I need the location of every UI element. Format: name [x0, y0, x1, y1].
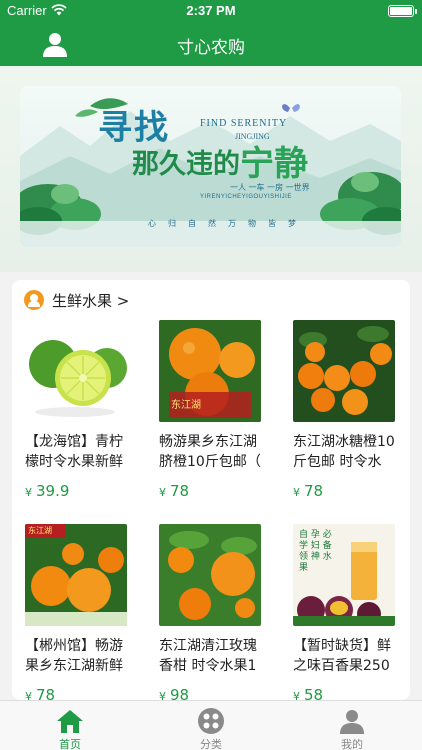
- banner-footer-word: 皆: [268, 219, 276, 228]
- tab-bar: 首页 分类 我的: [0, 700, 422, 750]
- product-name: 东江湖冰糖橙10斤包邮 时令水: [293, 434, 395, 470]
- tab-label: 分类: [200, 738, 222, 750]
- banner-footer-word: 自: [188, 219, 196, 228]
- product-image: 东江湖: [25, 524, 127, 626]
- banner-footer-words: 心 归 自 然 万 物 皆 梦: [148, 218, 296, 229]
- section-title: 生鲜水果 >: [52, 292, 130, 310]
- promo-banner[interactable]: 寻找 那久违的 宁静 FIND SERENITY JINGJING 一人 一车 …: [20, 86, 401, 247]
- product-name: 【龙海馆】青柠檬时令水果新鲜: [25, 434, 123, 470]
- status-time: 2:37 PM: [186, 3, 236, 18]
- section-badge-icon: [24, 290, 44, 310]
- product-price: ¥78: [159, 482, 190, 500]
- product-price: ¥58: [293, 686, 324, 700]
- tab-label: 我的: [341, 738, 363, 750]
- banner-english-1: FIND SERENITY: [200, 118, 288, 129]
- tab-category[interactable]: 分类: [141, 701, 281, 750]
- banner-area: 寻找 那久违的 宁静 FIND SERENITY JINGJING 一人 一车 …: [0, 66, 422, 272]
- page-title: 寸心农购: [177, 38, 245, 58]
- product-price: ¥78: [25, 686, 56, 700]
- tab-mine[interactable]: 我的: [282, 701, 422, 750]
- home-icon: [57, 710, 83, 733]
- product-image-stamp: 东江湖: [28, 526, 52, 535]
- banner-footer-word: 物: [248, 219, 256, 228]
- user-icon: [340, 710, 364, 734]
- product-name: 【郴州馆】畅游果乡东江湖新鲜: [25, 638, 123, 674]
- banner-footer-word: 梦: [288, 219, 296, 228]
- product-price: ¥98: [159, 686, 190, 700]
- product-price: ¥78: [293, 482, 324, 500]
- product-name: 【暂时缺货】鲜之味百香果250: [293, 638, 391, 674]
- product-image: [159, 524, 261, 626]
- battery-icon: [388, 5, 417, 17]
- banner-tagline: 一人 一车 一房 一世界: [230, 183, 310, 192]
- category-icon: [198, 708, 224, 734]
- product-image: [293, 320, 395, 422]
- product-name: 畅游果乡东江湖脐橙10斤包邮（: [159, 434, 261, 470]
- product-name: 东江湖清江玫瑰香柑 时令水果1: [159, 638, 257, 674]
- status-bar: Carrier 2:37 PM: [0, 0, 422, 22]
- product-image-stamp: 东江湖: [171, 400, 201, 411]
- banner-headline-2: 那久违的: [132, 149, 240, 180]
- product-image: 东江湖: [159, 320, 261, 422]
- product-image: [25, 320, 127, 422]
- banner-footer-word: 然: [208, 219, 216, 228]
- banner-footer-word: 万: [228, 219, 236, 228]
- banner-footer-word: 心: [148, 219, 156, 228]
- product-price: ¥39.9: [25, 482, 70, 500]
- product-image: 自 孕 必 学 妇 备 领 神 水 果: [293, 524, 395, 626]
- banner-english-2: JINGJING: [235, 132, 270, 141]
- banner-pinyin: YIRENYICHEYIGOUYISHIJIE: [200, 194, 292, 200]
- banner-headline-3: 宁静: [240, 144, 308, 184]
- product-image-label: 自 孕 必 学 妇 备 领 神 水 果: [299, 530, 332, 573]
- banner-footer-word: 归: [168, 219, 176, 228]
- fresh-fruit-section: 生鲜水果 > 【龙海馆】青柠檬时令水果新鲜 ¥39.9 东江湖 畅游果乡东江湖脐…: [12, 280, 410, 700]
- top-bar: Carrier 2:37 PM 寸心农购: [0, 0, 422, 66]
- tab-label: 首页: [59, 738, 81, 750]
- nav-bar: 寸心农购: [0, 22, 422, 66]
- tab-home[interactable]: 首页: [0, 701, 140, 750]
